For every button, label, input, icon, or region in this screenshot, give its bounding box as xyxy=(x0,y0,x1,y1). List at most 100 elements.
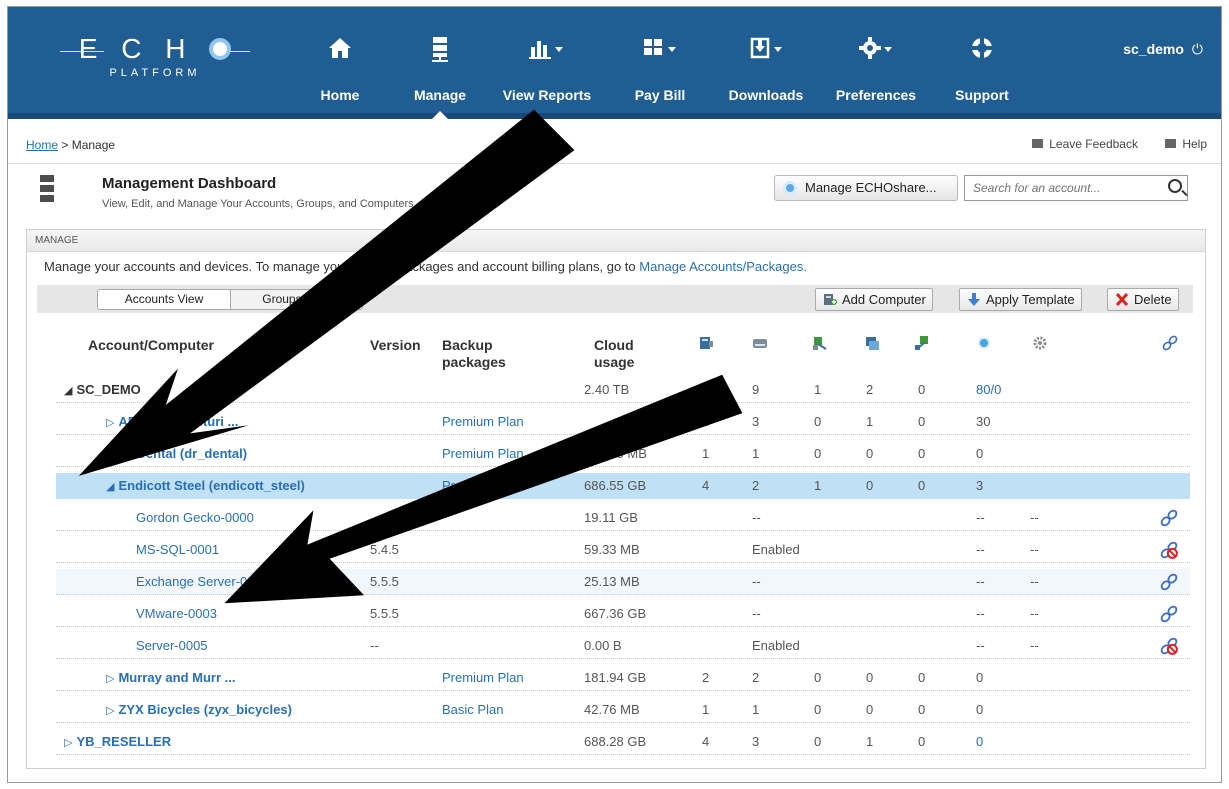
row-name[interactable]: ▷ YB_RESELLER xyxy=(64,734,171,749)
computer-row[interactable]: VMware-0003 5.5.5 667.36 GB -- -- -- xyxy=(56,601,1190,627)
search-icon[interactable] xyxy=(1168,179,1182,193)
row-name[interactable]: ▷ Dr Dental (dr_dental) xyxy=(106,446,247,461)
expand-icon[interactable]: ▷ xyxy=(106,449,114,461)
grid-toolbar: Accounts View Groups View Add Computer A… xyxy=(37,285,1193,313)
collapse-icon[interactable]: ◢ xyxy=(64,385,72,397)
computer-row[interactable]: Server-0005 -- 0.00 B Enabled -- -- xyxy=(56,633,1190,659)
nav-home[interactable]: Home xyxy=(310,35,370,103)
account-row[interactable]: ▷ ABC Manufacturi ... Premium Plan 3 3 0 1 0 30 xyxy=(56,409,1190,435)
row-name[interactable]: ◢ Endicott Steel (endicott_steel) xyxy=(106,478,305,493)
expand-icon[interactable]: ▷ xyxy=(106,705,114,717)
add-computer-button[interactable]: Add Computer xyxy=(815,288,933,311)
apply-template-button[interactable]: Apply Template xyxy=(959,288,1082,311)
row-name-text[interactable]: Endicott Steel (endicott_steel) xyxy=(118,478,304,493)
row-name-text[interactable]: Dr Dental (dr_dental) xyxy=(118,446,247,461)
home-icon xyxy=(310,35,370,65)
col-version[interactable]: Version xyxy=(370,337,421,354)
computer-row[interactable]: MS-SQL-0001 5.4.5 59.33 MB Enabled -- -- xyxy=(56,537,1190,563)
expand-icon[interactable]: ▷ xyxy=(106,673,114,685)
help-link[interactable]: Help xyxy=(1165,137,1207,151)
row-name[interactable]: ◢ SC_DEMO xyxy=(64,382,141,397)
cell-cloud: 667.36 GB xyxy=(584,606,647,621)
cell-plan[interactable]: Premium Plan xyxy=(442,670,524,685)
row-name[interactable]: MS-SQL-0001 xyxy=(136,542,219,557)
settings-gear-icon[interactable] xyxy=(1032,335,1048,351)
row-name-text[interactable]: Server-0005 xyxy=(136,638,208,653)
cell-c4: 1 xyxy=(866,734,874,749)
col-backup-packages[interactable]: Backup packages xyxy=(442,337,522,371)
broken-link-icon[interactable] xyxy=(1160,637,1178,655)
local-backup-icon[interactable] xyxy=(698,335,714,351)
replication-green-icon[interactable] xyxy=(812,335,828,351)
row-name-text[interactable]: Murray and Murr ... xyxy=(118,670,235,685)
link-icon[interactable] xyxy=(1160,573,1178,591)
link-icon[interactable] xyxy=(1162,335,1178,351)
cell-cloud: 686.55 GB xyxy=(584,478,647,493)
manage-echoshare-button[interactable]: Manage ECHOshare... xyxy=(774,175,958,201)
row-name[interactable]: ▷ ABC Manufacturi ... xyxy=(106,414,238,429)
computer-row[interactable]: Gordon Gecko-0000 19.11 GB -- -- -- xyxy=(56,505,1190,531)
expand-icon[interactable]: ▷ xyxy=(106,417,114,429)
nav-support[interactable]: Support xyxy=(946,35,1018,103)
copy-computer-icon[interactable] xyxy=(864,335,880,351)
nav-manage[interactable]: Manage xyxy=(402,35,478,103)
row-name[interactable]: ▷ ZYX Bicycles (zyx_bicycles) xyxy=(106,702,292,717)
row-name-text[interactable]: ABC Manufacturi ... xyxy=(118,414,238,429)
row-name[interactable]: VMware-0003 xyxy=(136,606,217,621)
col-cloud-usage[interactable]: Cloud usage xyxy=(594,337,654,371)
row-name-text[interactable]: Gordon Gecko-0000 xyxy=(136,510,254,525)
expand-icon[interactable]: ▷ xyxy=(64,737,72,749)
row-name[interactable]: Server-0005 xyxy=(136,638,208,653)
nav-pay-bill[interactable]: Pay Bill xyxy=(622,35,698,103)
cell-c3: 0 xyxy=(814,734,822,749)
tab-accounts-view[interactable]: Accounts View xyxy=(98,290,230,309)
row-name-text[interactable]: ZYX Bicycles (zyx_bicycles) xyxy=(118,702,291,717)
nav-view-reports[interactable]: View Reports xyxy=(494,35,600,103)
account-row[interactable]: ◢ SC_DEMO 2.40 TB 9 1 2 0 80/0 xyxy=(56,377,1190,403)
link-icon[interactable] xyxy=(1160,509,1178,527)
panel-title: MANAGE xyxy=(27,230,1205,252)
breadcrumb-home-link[interactable]: Home xyxy=(26,138,58,152)
computer-row[interactable]: Exchange Server-0002 5.5.5 25.13 MB -- -- -- xyxy=(56,569,1190,595)
manage-accounts-packages-link[interactable]: Manage Accounts/Packages. xyxy=(639,259,807,274)
power-icon[interactable]: ⏻ xyxy=(1192,41,1203,57)
nav-preferences[interactable]: Preferences xyxy=(826,35,926,103)
row-name[interactable]: Gordon Gecko-0000 xyxy=(136,510,254,525)
row-name[interactable]: Exchange Server-0002 xyxy=(136,574,269,589)
echo-logo[interactable]: E C H PLATFORM xyxy=(60,33,250,93)
user-menu[interactable]: sc_demo ⏻ xyxy=(1123,41,1203,58)
delete-x-icon xyxy=(1115,293,1129,306)
cell-plan[interactable]: Basic Plan xyxy=(442,702,503,717)
row-name-text[interactable]: YB_RESELLER xyxy=(76,734,171,749)
delete-button[interactable]: Delete xyxy=(1107,288,1179,311)
nav-downloads[interactable]: Downloads xyxy=(720,35,812,103)
account-row[interactable]: ▷ Murray and Murr ... Premium Plan 181.94 G… xyxy=(56,665,1190,691)
cell-plan[interactable]: Premium Plan xyxy=(442,446,524,461)
account-row[interactable]: ▷ Dr Dental (dr_dental) Premium Plan 739.40… xyxy=(56,441,1190,467)
row-name[interactable]: ▷ Murray and Murr ... xyxy=(106,670,236,685)
account-row[interactable]: ◢ Endicott Steel (endicott_steel) Premium … xyxy=(56,473,1190,499)
echoshare-status-icon[interactable] xyxy=(976,335,992,351)
cell-c7: -- xyxy=(1030,638,1039,653)
cell-plan[interactable]: Premium Plan xyxy=(442,478,524,493)
account-row[interactable]: ▷ ZYX Bicycles (zyx_bicycles) Basic Plan 42… xyxy=(56,697,1190,723)
row-name-text[interactable]: VMware-0003 xyxy=(136,606,217,621)
cell-c6: -- xyxy=(976,606,985,621)
row-name-text[interactable]: SC_DEMO xyxy=(76,382,140,397)
cell-cloud: 181.94 GB xyxy=(584,670,647,685)
collapse-icon[interactable]: ◢ xyxy=(106,481,114,493)
leave-feedback-link[interactable]: Leave Feedback xyxy=(1032,137,1138,151)
link-icon[interactable] xyxy=(1160,605,1178,623)
help-icon xyxy=(1165,139,1177,148)
replication-blue-icon[interactable] xyxy=(914,335,930,351)
broken-link-icon[interactable] xyxy=(1160,541,1178,559)
col-account-computer[interactable]: Account/Computer xyxy=(88,337,214,354)
drive-icon[interactable] xyxy=(752,335,768,351)
tab-groups-view[interactable]: Groups View xyxy=(230,290,362,309)
search-input[interactable] xyxy=(965,176,1155,200)
row-name-text[interactable]: Exchange Server-0002 xyxy=(136,574,269,589)
account-row[interactable]: ▷ YB_RESELLER 688.28 GB 4 3 0 1 0 0 xyxy=(56,729,1190,755)
row-name-text[interactable]: MS-SQL-0001 xyxy=(136,542,219,557)
cell-plan[interactable]: Premium Plan xyxy=(442,414,524,429)
lifebuoy-icon xyxy=(946,35,1018,65)
